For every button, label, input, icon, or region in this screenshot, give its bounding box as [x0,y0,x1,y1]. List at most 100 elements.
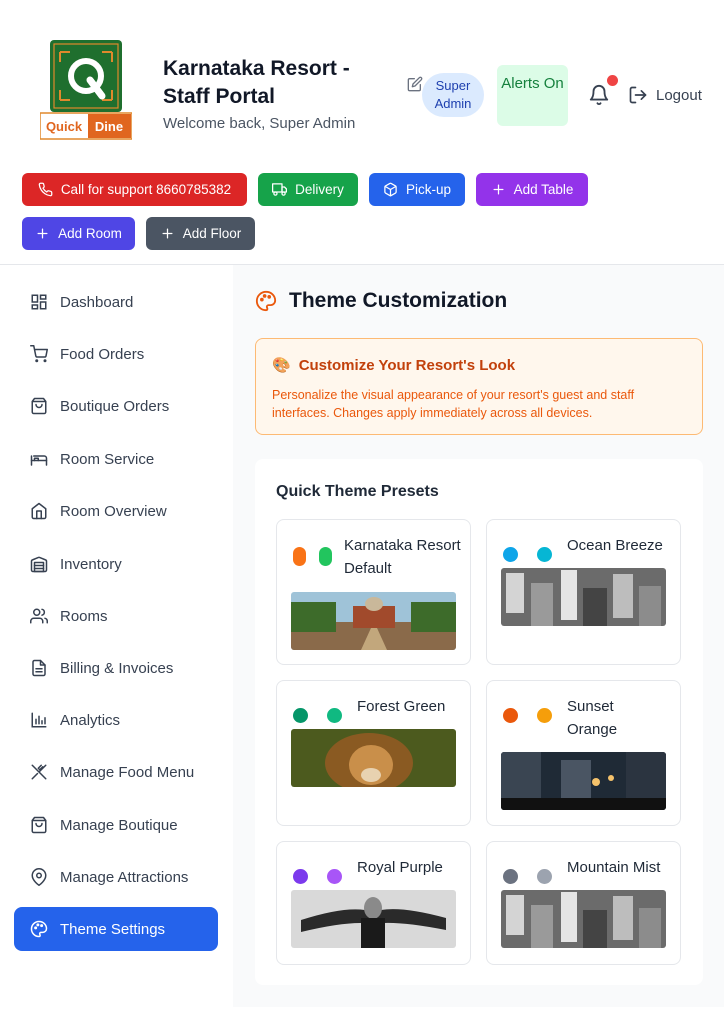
logo-text-dine: Dine [95,119,123,134]
add-table-label: Add Table [513,182,574,197]
utensils-icon [31,764,47,780]
portal-title: Karnataka Resort - Staff Portal [163,57,350,108]
swatch-primary [293,869,308,884]
add-room-button[interactable]: Add Room [22,217,135,250]
palette-icon [30,920,48,938]
cart-icon [30,345,48,363]
info-title: 🎨 Customize Your Resort's Look [272,356,516,375]
logout-label: Logout [656,86,702,104]
logout-icon [629,86,647,104]
sidebar-item-dashboard[interactable]: Dashboard [14,280,218,324]
swatch-primary [503,708,518,723]
main-content: Theme Customization 🎨 Customize Your Res… [233,265,724,1007]
preset-image-person [291,890,456,948]
sidebar-item-label: Billing & Invoices [60,659,174,677]
preset-name: Ocean Breeze [567,537,663,554]
preset-card-forest-green[interactable]: Forest Green [276,680,471,826]
swatch-primary [503,547,518,562]
swatch-secondary [327,708,342,723]
preset-card-ocean-breeze[interactable]: Ocean Breeze [486,519,681,665]
info-title-text: Customize Your Resort's Look [298,356,516,374]
phone-icon [38,182,53,197]
palette-emoji-icon: 🎨 [272,357,291,374]
preset-image-city [501,568,666,626]
bell-icon[interactable] [588,84,610,106]
call-support-label: Call for support 8660785382 [60,182,232,197]
sidebar-item-manage-food-menu[interactable]: Manage Food Menu [14,750,218,794]
sidebar-item-analytics[interactable]: Analytics [14,698,218,742]
home-icon [31,502,47,520]
add-room-label: Add Room [58,226,122,241]
preset-name: Karnataka Resort Default [344,537,461,577]
add-floor-label: Add Floor [182,226,242,241]
sidebar-item-food-orders[interactable]: Food Orders [14,332,218,376]
preset-card-sunset-orange[interactable]: Sunset Orange [486,680,681,826]
sidebar-item-inventory[interactable]: Inventory [14,542,218,586]
sidebar-item-label: Room Overview [60,502,167,520]
sidebar-item-label: Dashboard [60,293,134,311]
sidebar-item-label: Theme Settings [60,920,166,938]
delivery-label: Delivery [295,182,344,197]
sidebar-item-theme-settings[interactable]: Theme Settings [14,907,218,951]
call-support-button[interactable]: Call for support 8660785382 [22,173,247,206]
info-text: Personalize the visual appearance of you… [272,388,635,420]
file-icon [32,659,46,677]
map-pin-icon [31,868,47,886]
sidebar-item-boutique-orders[interactable]: Boutique Orders [14,384,218,428]
preset-card-mountain-mist[interactable]: Mountain Mist [486,841,681,965]
sidebar-item-room-service[interactable]: Room Service [14,437,218,481]
preset-image-city [501,890,666,948]
alerts-toggle[interactable]: Alerts On [497,65,568,126]
presets-title: Quick Theme Presets [276,483,439,500]
sidebar-item-label: Boutique Orders [60,397,170,415]
preset-image-street [501,752,666,810]
preset-card-karnataka[interactable]: Karnataka Resort Default [276,519,471,665]
plus-icon [493,184,504,195]
pickup-label: Pick-up [405,182,451,197]
sidebar-item-label: Room Service [60,450,155,468]
swatch-secondary [537,708,552,723]
bag-icon [31,397,47,415]
sidebar-item-label: Manage Food Menu [60,763,195,781]
info-banner: 🎨 Customize Your Resort's Look Personali… [255,338,703,435]
delivery-button[interactable]: Delivery [258,173,358,206]
logo-text-quick: Quick [46,119,83,134]
quick-dine-logo: Quick Dine [39,40,133,140]
swatch-primary [293,708,308,723]
plus-icon [37,228,48,239]
preset-image-monument [291,592,456,650]
swatch-secondary [319,547,332,566]
palette-icon [255,290,277,312]
swatch-primary [503,869,518,884]
sidebar-item-manage-boutique[interactable]: Manage Boutique [14,803,218,847]
add-floor-button[interactable]: Add Floor [146,217,255,250]
sidebar-item-room-overview[interactable]: Room Overview [14,489,218,533]
sidebar-item-label: Food Orders [60,345,145,363]
preset-image-lion [291,729,456,787]
preset-name: Forest Green [357,698,446,715]
package-icon [384,182,397,197]
sidebar-item-label: Inventory [60,555,122,573]
sidebar-item-label: Analytics [60,711,121,729]
swatch-secondary [327,869,342,884]
logout-button[interactable]: Logout [628,85,702,105]
preset-card-royal-purple[interactable]: Royal Purple [276,841,471,965]
swatch-secondary [537,869,552,884]
add-table-button[interactable]: Add Table [476,173,588,206]
warehouse-icon [30,556,48,573]
sidebar-item-billing[interactable]: Billing & Invoices [14,646,218,690]
sidebar-item-rooms[interactable]: Rooms [14,594,218,638]
sidebar-item-label: Rooms [60,607,108,625]
bed-icon [30,455,48,466]
bar-chart-icon [31,712,47,728]
edit-icon[interactable] [407,76,423,92]
theme-presets-panel: Quick Theme Presets Karnataka Resort Def… [255,459,703,985]
truck-icon [272,183,288,196]
grid-icon [31,294,47,310]
sidebar: Dashboard Food Orders Boutique Orders Ro… [0,265,233,1024]
sidebar-item-manage-attractions[interactable]: Manage Attractions [14,855,218,899]
page-title: Theme Customization [255,289,507,313]
header: Quick Dine Karnataka Resort - Staff Port… [0,0,724,265]
pickup-button[interactable]: Pick-up [369,173,465,206]
preset-name: Sunset Orange [567,698,618,738]
